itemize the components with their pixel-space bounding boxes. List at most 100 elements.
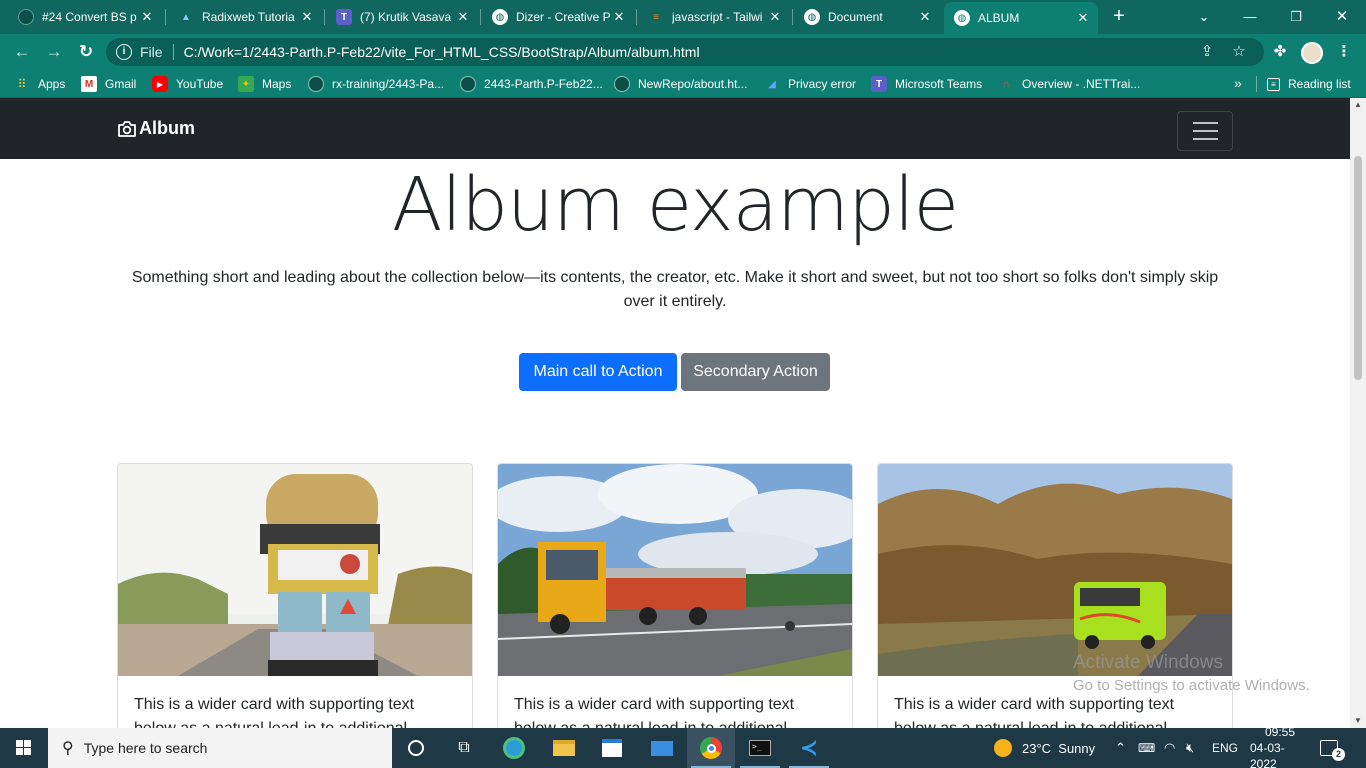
info-icon[interactable]: i: [116, 44, 132, 60]
close-icon[interactable]: ✕: [610, 9, 628, 25]
tab-separator: [792, 9, 793, 25]
mail-icon: [651, 740, 673, 756]
window-close-button[interactable]: ✕: [1322, 6, 1362, 28]
forward-button[interactable]: →: [42, 41, 66, 63]
brand-link[interactable]: Album: [117, 118, 195, 139]
tab-title: (7) Krutik Vasava: [360, 10, 452, 24]
tab-album[interactable]: ◍ ALBUM ✕: [944, 2, 1098, 34]
watermark-title: Activate Windows: [1073, 652, 1223, 673]
reload-button[interactable]: ↻: [74, 41, 98, 63]
bookmark-privacy-error[interactable]: ◢ Privacy error: [764, 75, 856, 93]
teams-icon: T: [336, 9, 352, 25]
bookmark-youtube[interactable]: ▶ YouTube: [152, 75, 223, 93]
wifi-icon[interactable]: ◠: [1164, 728, 1175, 768]
card-text: This is a wider card with supporting tex…: [514, 696, 795, 728]
bookmark-2443-parth[interactable]: 2443-Parth.P-Feb22...: [460, 75, 603, 93]
teams-icon: T: [871, 76, 887, 92]
address-bar[interactable]: i File C:/Work=1/2443-Parth.P-Feb22/vite…: [106, 38, 1264, 66]
extensions-puzzle-icon[interactable]: ✤: [1270, 42, 1290, 62]
taskbar-chrome[interactable]: [687, 728, 735, 768]
more-bookmarks-chevron-icon[interactable]: »: [1234, 75, 1242, 91]
new-tab-button[interactable]: +: [1108, 6, 1130, 28]
gmail-icon: M: [81, 76, 97, 92]
weather-widget[interactable]: 23°C Sunny: [994, 728, 1095, 768]
bookmark-rx-training[interactable]: rx-training/2443-Pa...: [308, 75, 444, 93]
navbar-toggler-button[interactable]: [1177, 111, 1233, 151]
sun-icon: [994, 739, 1012, 757]
scroll-up-arrow-icon[interactable]: ▲: [1350, 98, 1366, 112]
restore-button[interactable]: ❐: [1276, 6, 1316, 28]
url-text[interactable]: C:/Work=1/2443-Parth.P-Feb22/vite_For_HT…: [184, 44, 700, 60]
taskbar-search-box[interactable]: ⚲ Type here to search: [48, 728, 392, 768]
close-icon[interactable]: ✕: [138, 9, 156, 25]
tab-javascript-tailwind[interactable]: ≡ javascript - Tailwi ✕: [638, 4, 790, 30]
start-button[interactable]: [0, 728, 48, 768]
hero-title: Album example: [391, 162, 959, 248]
scroll-down-arrow-icon[interactable]: ▼: [1350, 714, 1366, 728]
bookmark-maps[interactable]: ✦ Maps: [238, 75, 291, 93]
tab-document[interactable]: ◍ Document ✕: [794, 4, 940, 30]
bookmark-overview[interactable]: ∩ Overview - .NETTrai...: [998, 75, 1140, 93]
menu-kebab-icon[interactable]: ⋮: [1334, 42, 1354, 62]
close-icon[interactable]: ✕: [1074, 10, 1092, 26]
tab-separator: [324, 9, 325, 25]
taskbar-vscode[interactable]: ≺: [785, 728, 833, 768]
browser-tab-strip: #24 Convert BS p ✕ ▲ Radixweb Tutoria ✕ …: [0, 0, 1366, 34]
cortana-circle-icon: [408, 740, 424, 756]
show-hidden-icons-chevron-icon[interactable]: ⌃: [1115, 728, 1126, 768]
bookmark-apps[interactable]: ⠿ Apps: [14, 75, 66, 93]
clock[interactable]: 09:55 04-03-2022: [1250, 725, 1310, 768]
secondary-action-button[interactable]: Secondary Action: [681, 353, 830, 391]
notification-center-button[interactable]: 2: [1320, 728, 1351, 768]
taskbar-file-explorer[interactable]: [540, 728, 588, 768]
bookmark-label: Maps: [262, 77, 292, 91]
back-button[interactable]: ←: [10, 41, 34, 63]
tab-title: ALBUM: [978, 11, 1020, 25]
tab-convert-bs[interactable]: #24 Convert BS p ✕: [8, 4, 162, 30]
taskbar-mail[interactable]: [638, 728, 686, 768]
bookmark-gmail[interactable]: M Gmail: [81, 75, 136, 93]
taskbar-store[interactable]: [588, 728, 636, 768]
azure-icon: ◢: [768, 78, 776, 90]
album-card: This is a wider card with supporting tex…: [497, 463, 853, 728]
close-icon[interactable]: ✕: [298, 9, 316, 25]
reading-list-button[interactable]: ≡ Reading list: [1267, 75, 1351, 93]
maps-icon: ✦: [238, 76, 254, 92]
cortana-button[interactable]: [392, 728, 440, 768]
tab-separator: [636, 9, 637, 25]
volume-muted-icon[interactable]: 🔇︎: [1186, 728, 1194, 768]
bookmarks-bar: ⠿ Apps M Gmail ▶ YouTube ✦ Maps rx-train…: [0, 70, 1366, 98]
input-method-icon[interactable]: ⌨: [1138, 728, 1155, 768]
task-view-button[interactable]: ⧉: [440, 728, 488, 768]
bookmark-newrepo[interactable]: NewRepo/about.ht...: [614, 75, 747, 93]
reading-list-icon: ≡: [1267, 77, 1280, 91]
page-scrollbar[interactable]: ▲ ▼: [1350, 98, 1366, 728]
youtube-icon: ▶: [152, 76, 168, 92]
edge-icon: [503, 737, 525, 759]
reading-list-label: Reading list: [1288, 77, 1351, 91]
tab-dizer[interactable]: ◍ Dizer - Creative P ✕: [482, 4, 634, 30]
github-icon: [18, 9, 34, 25]
bookmark-microsoft-teams[interactable]: T Microsoft Teams: [871, 75, 982, 93]
main-call-to-action-button[interactable]: Main call to Action: [519, 353, 677, 391]
taskbar-edge[interactable]: [490, 728, 538, 768]
bookmark-star-icon[interactable]: ☆: [1230, 43, 1248, 61]
close-icon[interactable]: ✕: [916, 9, 934, 25]
tab-search-chevron-icon[interactable]: ⌄: [1184, 6, 1224, 28]
scrollbar-thumb[interactable]: [1354, 156, 1362, 380]
profile-avatar[interactable]: [1301, 42, 1323, 64]
close-icon[interactable]: ✕: [454, 9, 472, 25]
minimize-button[interactable]: —: [1230, 6, 1270, 28]
tab-teams[interactable]: T (7) Krutik Vasava ✕: [326, 4, 478, 30]
share-icon[interactable]: ⇪: [1198, 43, 1216, 61]
bookmark-label: Privacy error: [788, 77, 857, 91]
tab-separator: [165, 9, 166, 25]
page-viewport[interactable]: Album Album example Something short and …: [0, 98, 1366, 728]
close-icon[interactable]: ✕: [766, 9, 784, 25]
decorated-truck-photo: [118, 464, 472, 676]
tab-radixweb[interactable]: ▲ Radixweb Tutoria ✕: [168, 4, 322, 30]
language-indicator[interactable]: ENG: [1212, 728, 1238, 768]
taskbar-terminal[interactable]: >_: [736, 728, 784, 768]
apps-grid-icon: ⠿: [17, 77, 27, 91]
task-view-icon: ⧉: [458, 739, 470, 756]
